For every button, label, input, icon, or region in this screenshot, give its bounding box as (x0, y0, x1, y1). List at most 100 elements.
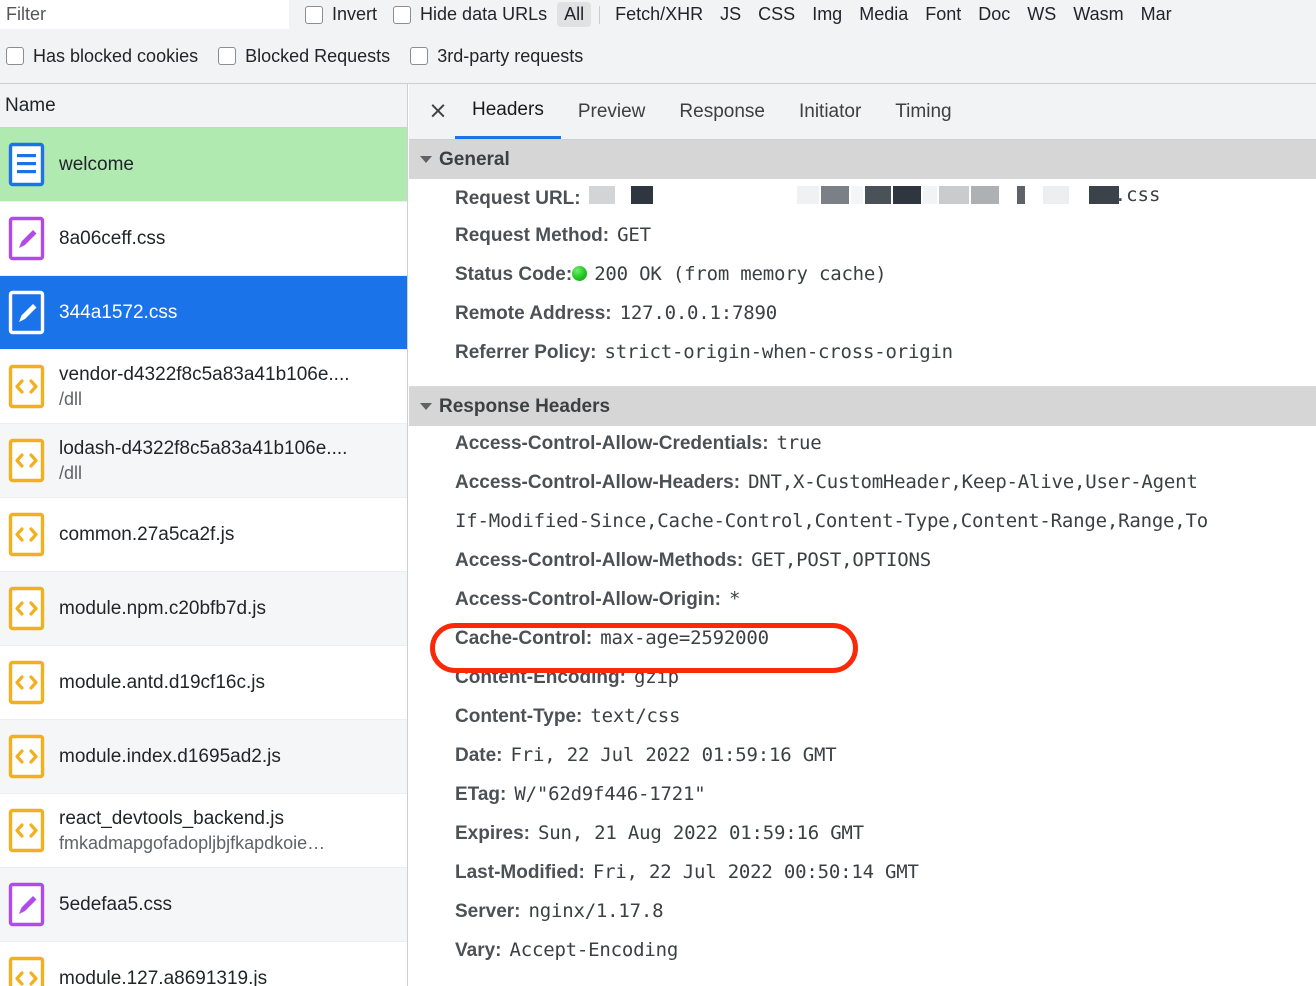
blocked-requests-group[interactable]: Blocked Requests (218, 46, 390, 67)
document-icon (8, 142, 45, 187)
filter-input[interactable]: Filter (0, 0, 289, 29)
header-value: gzip (633, 666, 679, 688)
resource-type-filters: All Fetch/XHR JS CSS Img Media Font Doc … (557, 2, 1182, 27)
script-icon (8, 586, 45, 631)
response-header-row: If-Modified-Since,Cache-Control,Content-… (409, 510, 1316, 549)
request-item-texts: welcome (59, 152, 134, 178)
hide-data-urls-checkbox-group[interactable]: Hide data URLs (393, 4, 547, 25)
response-header-row: Content-Encoding: gzip (409, 666, 1316, 705)
request-list-item[interactable]: lodash-d4322f8c5a83a41b106e.... /dll (0, 424, 407, 498)
request-item-subtitle: /dll (59, 463, 83, 484)
redaction-block (1001, 186, 1015, 204)
request-list-item[interactable]: react_devtools_backend.js fmkadmapgofadop… (0, 794, 407, 868)
third-party-requests-label: 3rd-party requests (437, 45, 584, 66)
request-item-texts: 8a06ceff.css (59, 226, 165, 252)
type-filter-manifest[interactable]: Mar (1134, 2, 1179, 27)
header-key: Status Code: (455, 264, 573, 285)
redaction-block (1071, 186, 1087, 204)
request-item-texts: 344a1572.css (59, 300, 177, 326)
request-list-item[interactable]: module.antd.d19cf16c.js (0, 646, 407, 720)
header-key: Content-Encoding: (455, 667, 626, 688)
filter-placeholder: Filter (6, 4, 46, 24)
type-filter-fetch-xhr[interactable]: Fetch/XHR (608, 2, 710, 27)
type-filter-css[interactable]: CSS (751, 2, 802, 27)
request-item-name: module.127.a8691319.js (59, 967, 268, 986)
header-key: Access-Control-Allow-Methods: (455, 550, 744, 571)
response-header-row: Vary: Accept-Encoding (409, 939, 1316, 978)
request-url-redacted-value: .css (588, 184, 1160, 206)
header-value: DNT,X-CustomHeader,Keep-Alive,User-Agent (748, 471, 1198, 493)
header-value: max-age=2592000 (600, 627, 769, 649)
request-list-item[interactable]: 8a06ceff.css (0, 202, 407, 276)
request-list-item[interactable]: module.npm.c20bfb7d.js (0, 572, 407, 646)
type-filter-font[interactable]: Font (918, 2, 968, 27)
has-blocked-cookies-group[interactable]: Has blocked cookies (6, 46, 198, 67)
request-list-item[interactable]: vendor-d4322f8c5a83a41b106e.... /dll (0, 350, 407, 424)
response-header-row: ETag: W/"62d9f446-1721" (409, 783, 1316, 822)
hide-data-urls-label: Hide data URLs (420, 4, 548, 24)
blocked-requests-checkbox[interactable] (218, 47, 237, 65)
request-item-name: module.index.d1695ad2.js (59, 745, 281, 767)
response-header-row: Expires: Sun, 21 Aug 2022 01:59:16 GMT (409, 822, 1316, 861)
invert-checkbox[interactable] (305, 5, 323, 24)
response-header-row: Date: Fri, 22 Jul 2022 01:59:16 GMT (409, 744, 1316, 783)
request-list-item[interactable]: module.127.a8691319.js (0, 942, 407, 986)
request-list-item[interactable]: module.index.d1695ad2.js (0, 720, 407, 794)
header-value: GET (617, 224, 651, 246)
tab-timing[interactable]: Timing (878, 84, 968, 139)
general-extra-rows: Request Method: GET Status Code: 200 OK (fr… (409, 224, 1316, 380)
has-blocked-cookies-checkbox[interactable] (6, 47, 24, 65)
response-header-row: Access-Control-Allow-Methods: GET,POST,OP… (409, 549, 1316, 588)
header-value: 127.0.0.1:7890 (619, 302, 778, 324)
close-icon[interactable]: × (421, 100, 455, 123)
redaction-block (850, 186, 863, 204)
tab-response[interactable]: Response (662, 84, 782, 139)
general-rows: Request URL: .css Request Method: GET Stat… (409, 179, 1316, 380)
response-header-row: Content-Type: text/css (409, 705, 1316, 744)
script-icon (8, 438, 45, 483)
type-filter-wasm[interactable]: Wasm (1066, 2, 1130, 27)
invert-checkbox-group[interactable]: Invert (305, 4, 377, 25)
response-headers-section-header[interactable]: Response Headers (409, 387, 1316, 426)
third-party-requests-group[interactable]: 3rd-party requests (410, 46, 583, 67)
tab-initiator[interactable]: Initiator (782, 84, 878, 139)
request-list-item[interactable]: common.27a5ca2f.js (0, 498, 407, 572)
script-icon (8, 364, 45, 409)
type-filter-ws[interactable]: WS (1020, 2, 1063, 27)
request-list-item[interactable]: welcome (0, 128, 407, 202)
header-value: If-Modified-Since,Cache-Control,Content-… (455, 510, 1209, 532)
type-filter-img[interactable]: Img (805, 2, 849, 27)
redaction-block (630, 186, 653, 204)
request-item-texts: module.127.a8691319.js (59, 966, 267, 986)
header-key: Referrer Policy: (455, 342, 597, 363)
request-list-header[interactable]: Name (0, 84, 407, 128)
header-value: nginx/1.17.8 (528, 900, 664, 922)
response-header-row: Access-Control-Allow-Credentials: true (409, 432, 1316, 471)
script-icon (8, 660, 45, 705)
request-item-texts: module.npm.c20bfb7d.js (59, 596, 266, 622)
header-key: Date: (455, 745, 503, 766)
type-filter-doc[interactable]: Doc (971, 2, 1017, 27)
request-item-subtitle: fmkadmapgofadopljbjfkapdkoie… (59, 833, 326, 854)
blocked-requests-label: Blocked Requests (245, 45, 391, 66)
type-filter-media[interactable]: Media (852, 2, 915, 27)
script-icon (8, 512, 45, 557)
tab-headers[interactable]: Headers (455, 84, 561, 139)
response-header-row: Access-Control-Allow-Origin: * (409, 588, 1316, 627)
header-value: text/css (590, 705, 681, 727)
tab-preview[interactable]: Preview (561, 84, 663, 139)
request-list-item[interactable]: 5edefaa5.css (0, 868, 407, 942)
third-party-requests-checkbox[interactable] (410, 47, 429, 65)
request-item-subtitle: /dll (59, 389, 83, 410)
type-filter-all[interactable]: All (557, 2, 592, 27)
hide-data-urls-checkbox[interactable] (393, 5, 412, 24)
request-url-key: Request URL: (455, 188, 581, 209)
network-toolbar-primary: Filter Invert Hide data URLs All Fetch/X… (0, 0, 1316, 29)
type-filter-js[interactable]: JS (713, 2, 748, 27)
redaction-block (1016, 186, 1025, 204)
request-list-item[interactable]: 344a1572.css (0, 276, 407, 350)
column-header-name: Name (5, 94, 56, 116)
header-value: 200 OK (from memory cache) (594, 263, 887, 285)
request-item-texts: common.27a5ca2f.js (59, 522, 234, 548)
general-section-header[interactable]: General (409, 140, 1316, 179)
